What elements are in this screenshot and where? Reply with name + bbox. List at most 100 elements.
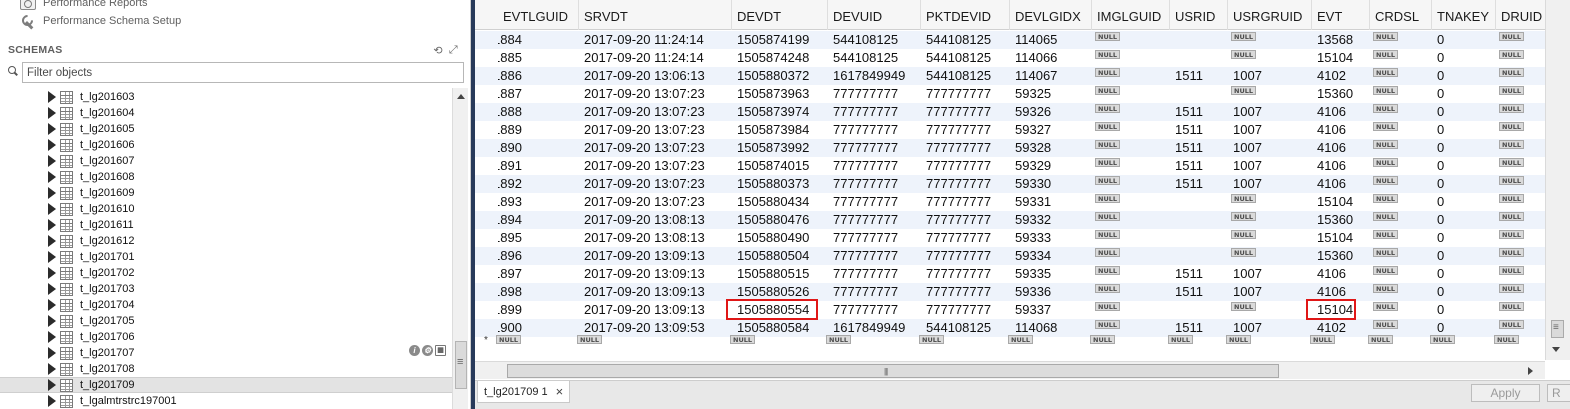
null-cell[interactable]: NULL (1496, 283, 1545, 301)
grid-cell[interactable]: 15104 (1312, 193, 1370, 211)
grid-cell[interactable]: 59325 (1010, 85, 1092, 103)
grid-cell[interactable]: 59331 (1010, 193, 1092, 211)
null-cell[interactable]: NULL (1370, 85, 1432, 103)
grid-cell[interactable]: 0 (1432, 283, 1496, 301)
grid-cell[interactable]: 1511 (1170, 175, 1228, 193)
grid-cell[interactable]: 777777777 (921, 193, 1010, 211)
null-cell[interactable]: NULL (1092, 211, 1170, 229)
table-row[interactable]: 18972017-09-20 13:09:1315058805157777777… (475, 265, 1545, 283)
column-header[interactable]: USRGRUID (1228, 0, 1312, 30)
grid-cell[interactable]: 59335 (1010, 265, 1092, 283)
tree-item-table[interactable]: t_lg201603 (0, 89, 452, 105)
tree-item-table[interactable]: t_lg201704 (0, 297, 452, 313)
grid-cell[interactable]: 1889 (498, 121, 579, 139)
grid-cell[interactable]: 2017-09-20 11:24:14 (579, 31, 732, 49)
grid-cell[interactable]: 0 (1432, 67, 1496, 85)
expand-triangle-icon[interactable] (48, 123, 56, 135)
grid-cell[interactable]: 1511 (1170, 121, 1228, 139)
grid-cell[interactable]: 777777777 (828, 247, 921, 265)
grid-cell[interactable]: 1894 (498, 211, 579, 229)
grid-cell[interactable]: 2017-09-20 13:09:13 (579, 265, 732, 283)
null-cell[interactable]: NULL (1092, 193, 1170, 211)
null-cell[interactable]: NULL (1496, 121, 1545, 139)
grid-cell[interactable]: 59336 (1010, 283, 1092, 301)
null-cell[interactable]: NULL (1496, 103, 1545, 121)
null-cell[interactable]: NULL (1092, 139, 1170, 157)
tree-item-table[interactable]: t_lg201612 (0, 233, 452, 249)
grid-cell[interactable]: 59330 (1010, 175, 1092, 193)
null-cell[interactable]: NULL (1370, 301, 1432, 319)
grid-cell[interactable]: 1505880373 (732, 175, 828, 193)
grid-cell[interactable]: 2017-09-20 13:07:23 (579, 121, 732, 139)
grid-cell[interactable]: 4106 (1312, 265, 1370, 283)
null-cell[interactable]: NULL (1496, 301, 1545, 319)
grid-cell[interactable]: 777777777 (828, 265, 921, 283)
grid-cell[interactable]: 1505874199 (732, 31, 828, 49)
null-cell[interactable]: NULL (1370, 229, 1432, 247)
tree-item-table[interactable]: t_lg201609 (0, 185, 452, 201)
null-cell[interactable]: NULL (1092, 265, 1170, 283)
grid-cell[interactable]: 1897 (498, 265, 579, 283)
grid-cell[interactable]: 4106 (1312, 157, 1370, 175)
grid-cell[interactable]: 0 (1432, 121, 1496, 139)
table-row[interactable]: 18932017-09-20 13:07:2315058804347777777… (475, 193, 1545, 211)
expand-triangle-icon[interactable] (48, 171, 56, 183)
grid-cell[interactable]: 777777777 (828, 301, 921, 319)
expand-triangle-icon[interactable] (48, 283, 56, 295)
null-cell[interactable]: NULL (1370, 67, 1432, 85)
grid-cell[interactable] (1170, 85, 1228, 103)
grid-cell[interactable]: 1505880490 (732, 229, 828, 247)
null-cell[interactable]: NULL (1370, 121, 1432, 139)
grid-cell[interactable]: 544108125 (921, 31, 1010, 49)
grid-cell[interactable]: 1505880515 (732, 265, 828, 283)
null-cell[interactable]: NULL (1092, 121, 1170, 139)
grid-cell[interactable]: 4106 (1312, 175, 1370, 193)
grid-cell[interactable]: 1007 (1228, 103, 1312, 121)
grid-cell[interactable]: 777777777 (828, 85, 921, 103)
table-row[interactable]: 18962017-09-20 13:09:1315058805047777777… (475, 247, 1545, 265)
grid-cell[interactable]: 777777777 (921, 247, 1010, 265)
null-cell[interactable]: NULL (1228, 229, 1312, 247)
null-cell[interactable]: NULL (1496, 265, 1545, 283)
grid-cell[interactable]: 0 (1432, 157, 1496, 175)
tree-item-table[interactable]: t_lg201611 (0, 217, 452, 233)
null-cell[interactable]: NULL (1092, 49, 1170, 67)
null-cell[interactable]: NULL (1370, 283, 1432, 301)
grid-cell[interactable]: 59337 (1010, 301, 1092, 319)
null-cell[interactable]: NULL (1496, 67, 1545, 85)
grid-cell[interactable]: 777777777 (921, 265, 1010, 283)
tree-scroll-thumb[interactable] (455, 341, 467, 389)
tree-item-table[interactable]: t_lg201604 (0, 105, 452, 121)
grid-cell[interactable]: 777777777 (921, 157, 1010, 175)
grid-cell[interactable]: 0 (1432, 49, 1496, 67)
grid-cell[interactable]: 544108125 (921, 49, 1010, 67)
tree-item-table[interactable]: t_lg201701 (0, 249, 452, 265)
grid-cell[interactable]: 0 (1432, 229, 1496, 247)
grid-cell[interactable]: 1893 (498, 193, 579, 211)
column-header[interactable]: CRDSL (1370, 0, 1432, 30)
table-row[interactable]: 18882017-09-20 13:07:2315058739747777777… (475, 103, 1545, 121)
null-cell[interactable]: NULL (1496, 139, 1545, 157)
grid-cell[interactable]: 4106 (1312, 121, 1370, 139)
grid-cell[interactable]: 0 (1432, 103, 1496, 121)
info-icon[interactable]: i (409, 345, 420, 356)
grid-cell[interactable]: 2017-09-20 13:07:23 (579, 193, 732, 211)
null-cell[interactable]: NULL (1496, 85, 1545, 103)
tree-item-table[interactable]: t_lgalmtrstrc197001 (0, 393, 452, 409)
null-cell[interactable]: NULL (1092, 103, 1170, 121)
grid-cell[interactable]: 777777777 (921, 229, 1010, 247)
expand-triangle-icon[interactable] (48, 347, 56, 359)
null-cell[interactable]: NULL (1092, 229, 1170, 247)
null-cell[interactable]: NULL (1092, 31, 1170, 49)
expand-triangle-icon[interactable] (48, 363, 56, 375)
grid-cell[interactable]: 0 (1432, 193, 1496, 211)
grid-cell[interactable]: 0 (1432, 211, 1496, 229)
grid-cell[interactable]: 2017-09-20 13:07:23 (579, 85, 732, 103)
grid-cell[interactable]: 15104 (1312, 49, 1370, 67)
grid-cell[interactable] (1170, 301, 1228, 319)
grid-cell[interactable]: 1899 (498, 301, 579, 319)
grid-cell[interactable] (1170, 229, 1228, 247)
grid-cell[interactable]: 777777777 (921, 175, 1010, 193)
grid-cell[interactable]: 2017-09-20 13:09:13 (579, 247, 732, 265)
null-cell[interactable]: NULL (1496, 49, 1545, 67)
